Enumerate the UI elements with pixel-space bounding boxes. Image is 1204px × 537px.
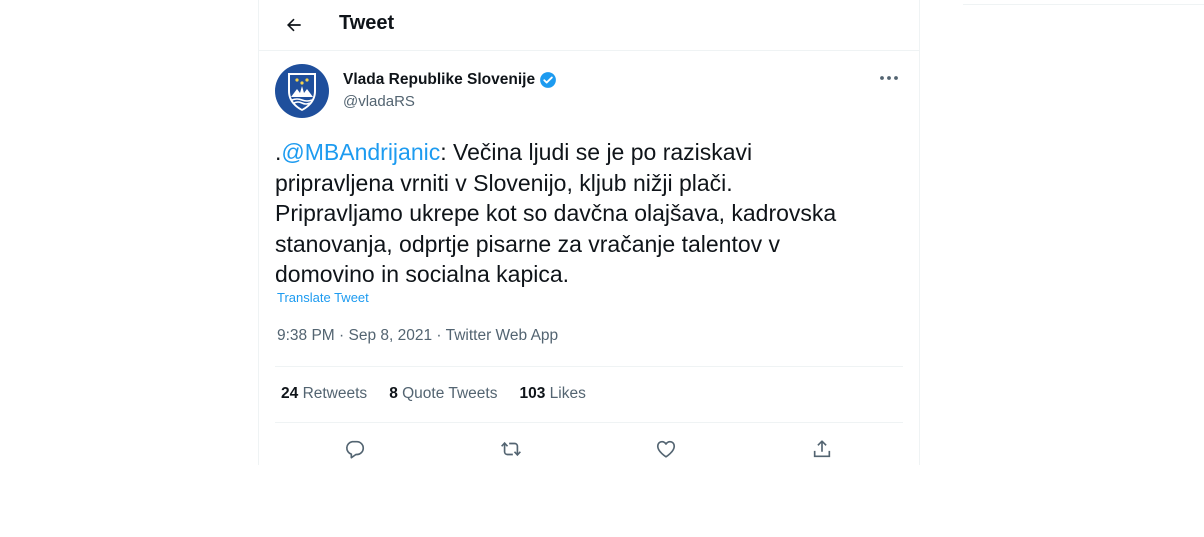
like-button[interactable] bbox=[651, 434, 681, 464]
coat-of-arms-logo bbox=[288, 73, 316, 111]
verified-badge-icon bbox=[540, 72, 556, 88]
retweet-icon bbox=[501, 441, 521, 457]
author-name[interactable]: Vlada Republike Slovenije bbox=[343, 70, 557, 90]
action-bar bbox=[259, 434, 919, 464]
arrow-left-icon bbox=[287, 18, 301, 32]
back-button[interactable] bbox=[279, 10, 309, 40]
translate-link[interactable]: Translate Tweet bbox=[277, 290, 369, 305]
avatar[interactable] bbox=[275, 64, 329, 118]
tweet-stats: 24 Retweets 8 Quote Tweets 103 Likes bbox=[281, 384, 608, 404]
page-title: Tweet bbox=[339, 12, 395, 34]
share-button[interactable] bbox=[807, 434, 837, 464]
divider bbox=[275, 422, 903, 423]
tweet-text: .@MBAndrijanic: Večina ljudi se je po ra… bbox=[275, 137, 905, 290]
more-button[interactable] bbox=[873, 66, 905, 90]
mention-link[interactable]: @MBAndrijanic bbox=[281, 139, 440, 165]
tweet-meta: 9:38 PM · Sep 8, 2021 · Twitter Web App bbox=[277, 327, 559, 344]
like-icon bbox=[656, 440, 676, 458]
retweet-button[interactable] bbox=[496, 434, 526, 464]
tweet-column: Tweet Vlada Republike Slovenije @vladaRS… bbox=[258, 0, 920, 465]
header: Tweet bbox=[259, 0, 919, 51]
quote-tweets-stat[interactable]: 8 Quote Tweets bbox=[389, 384, 497, 404]
likes-stat[interactable]: 103 Likes bbox=[519, 384, 585, 404]
share-icon bbox=[813, 440, 831, 458]
reply-icon bbox=[346, 440, 365, 459]
author-handle[interactable]: @vladaRS bbox=[343, 92, 415, 112]
author-name-text: Vlada Republike Slovenije bbox=[343, 71, 536, 88]
more-icon bbox=[880, 76, 898, 80]
retweets-stat[interactable]: 24 Retweets bbox=[281, 384, 367, 404]
reply-button[interactable] bbox=[340, 434, 370, 464]
divider bbox=[275, 366, 903, 367]
sidebar-edge bbox=[963, 0, 1204, 5]
